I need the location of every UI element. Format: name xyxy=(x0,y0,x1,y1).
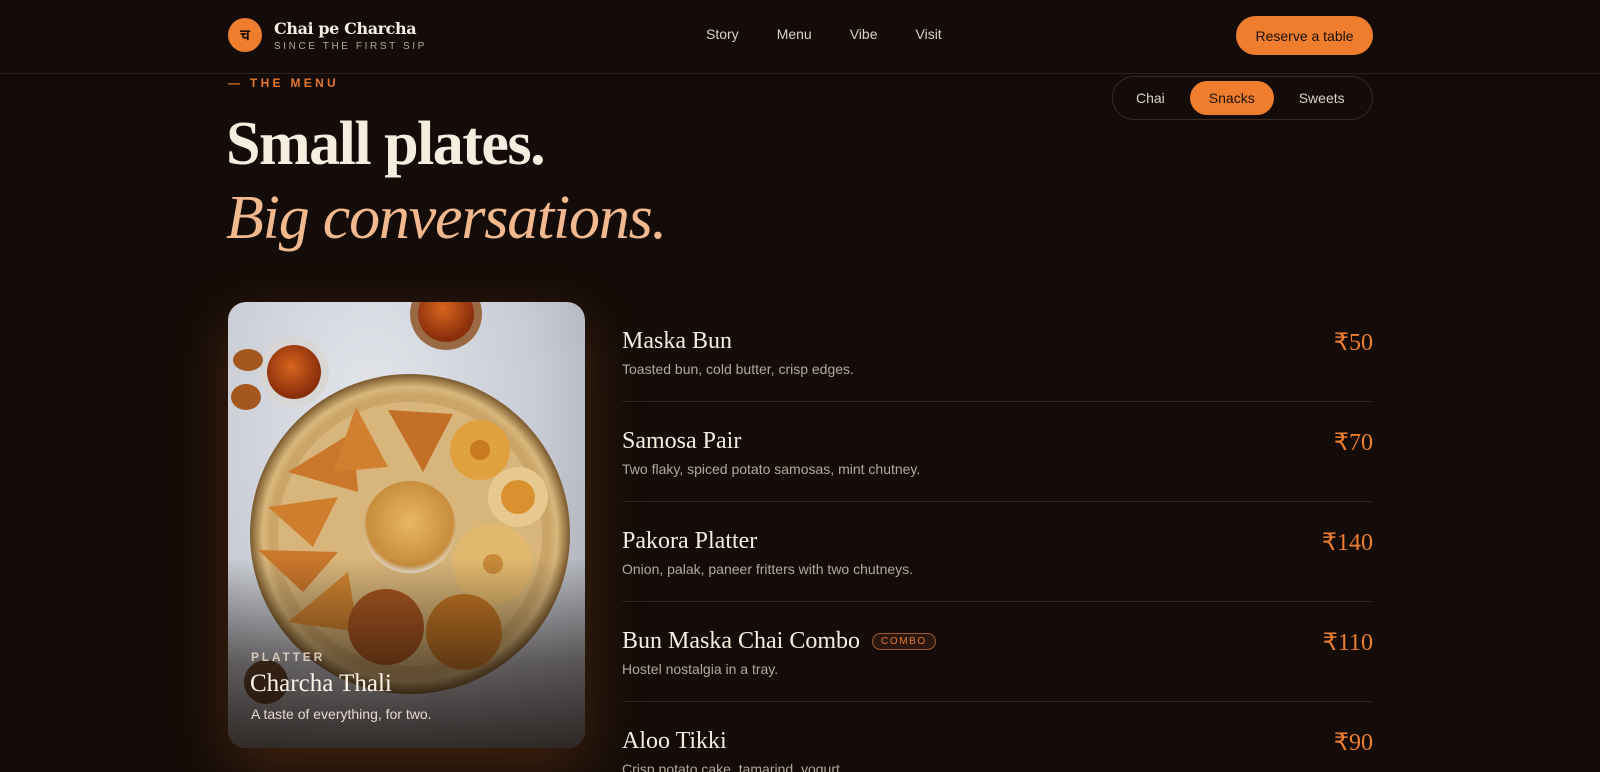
nav-link-story[interactable]: Story xyxy=(706,26,739,42)
menu-item-name-row: Maska Bun xyxy=(622,328,732,355)
menu-item[interactable]: Bun Maska Chai Combo COMBO Hostel nostal… xyxy=(622,602,1373,702)
site-header: च Chai pe Charcha SINCE THE FIRST SIP St… xyxy=(0,0,1600,74)
brand-name: Chai pe Charcha xyxy=(274,18,417,38)
menu-item-description: Two flaky, spiced potato samosas, mint c… xyxy=(622,461,921,477)
menu-item-price: ₹90 xyxy=(1333,730,1373,756)
menu-item-name: Samosa Pair xyxy=(622,428,742,454)
feature-description: A taste of everything, for two. xyxy=(251,706,432,722)
feature-title: Charcha Thali xyxy=(250,670,392,697)
menu-item-name-row: Samosa Pair xyxy=(622,428,741,455)
menu-item[interactable]: Aloo Tikki Crisp potato cake, tamarind, … xyxy=(622,702,1373,772)
menu-item-name-row: Aloo Tikki xyxy=(622,728,727,755)
menu-item-name-row: Pakora Platter xyxy=(622,528,757,555)
menu-item-name: Bun Maska Chai Combo xyxy=(622,628,860,654)
reserve-table-button[interactable]: Reserve a table xyxy=(1236,16,1373,55)
section-eyebrow: — THE MENU xyxy=(228,76,339,90)
menu-item-name: Pakora Platter xyxy=(622,528,758,554)
main-nav: Story Menu Vibe Visit xyxy=(706,26,942,42)
menu-item-price: ₹70 xyxy=(1333,430,1373,456)
menu-item-description: Crisp potato cake, tamarind, yogurt. xyxy=(622,761,844,772)
brand[interactable]: च Chai pe Charcha SINCE THE FIRST SIP xyxy=(228,18,427,52)
menu-item-description: Toasted bun, cold butter, crisp edges. xyxy=(622,361,854,377)
category-switch: Chai Snacks Sweets xyxy=(1112,76,1373,120)
feature-card[interactable]: PLATTER Charcha Thali A taste of everyth… xyxy=(228,302,585,748)
tab-chai[interactable]: Chai xyxy=(1117,81,1184,115)
section-headline-italic: Big conversations. xyxy=(226,184,667,252)
menu-item[interactable]: Maska Bun Toasted bun, cold butter, cris… xyxy=(622,302,1373,402)
section-headline: Small plates. xyxy=(226,110,546,178)
menu-item-description: Hostel nostalgia in a tray. xyxy=(622,661,779,677)
menu-item-price: ₹140 xyxy=(1321,530,1373,556)
menu-item[interactable]: Samosa Pair Two flaky, spiced potato sam… xyxy=(622,402,1373,502)
menu-item-price: ₹50 xyxy=(1333,330,1373,356)
feature-tag: PLATTER xyxy=(251,650,326,664)
menu-list: Maska Bun Toasted bun, cold butter, cris… xyxy=(622,302,1373,772)
menu-item-name: Maska Bun xyxy=(622,328,732,354)
menu-item[interactable]: Pakora Platter Onion, palak, paneer frit… xyxy=(622,502,1373,602)
menu-item-description: Onion, palak, paneer fritters with two c… xyxy=(622,561,914,577)
brand-tagline: SINCE THE FIRST SIP xyxy=(274,40,427,52)
nav-link-menu[interactable]: Menu xyxy=(777,26,812,42)
combo-badge: COMBO xyxy=(872,633,936,650)
menu-item-name-row: Bun Maska Chai Combo COMBO xyxy=(622,628,936,655)
menu-item-name: Aloo Tikki xyxy=(622,728,727,754)
tab-snacks[interactable]: Snacks xyxy=(1189,81,1274,115)
brand-logo: च xyxy=(228,18,262,52)
tab-sweets[interactable]: Sweets xyxy=(1280,81,1364,115)
nav-link-vibe[interactable]: Vibe xyxy=(850,26,878,42)
nav-link-visit[interactable]: Visit xyxy=(916,26,942,42)
menu-item-price: ₹110 xyxy=(1322,630,1373,656)
